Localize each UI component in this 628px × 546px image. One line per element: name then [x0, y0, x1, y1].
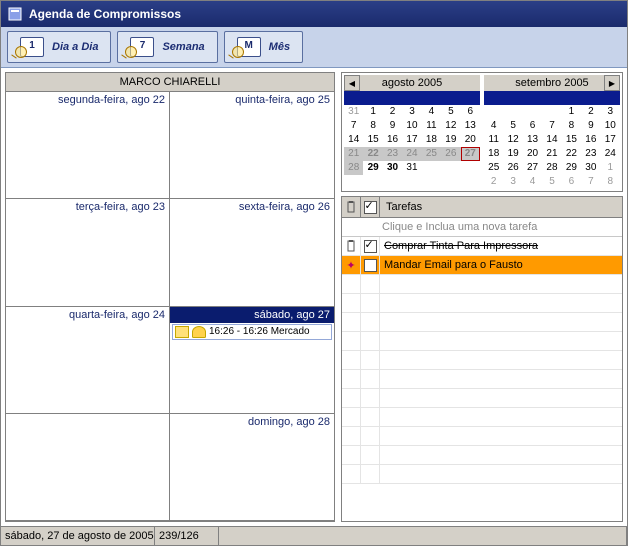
- day-header: segunda-feira, ago 22: [6, 92, 169, 108]
- status-position: 239/126: [155, 527, 219, 545]
- task-complete-checkbox[interactable]: [361, 237, 380, 255]
- day-cell-sun[interactable]: domingo, ago 28: [170, 414, 334, 521]
- note-icon: [175, 326, 189, 338]
- day-cell-sat[interactable]: sábado, ago 27 16:26 - 16:26 Mercado: [170, 307, 334, 414]
- mini-calendars: ◀ agosto 2005 31123456 78910111213 14151…: [341, 72, 623, 192]
- task-text: Comprar Tinta Para Impressora: [380, 240, 622, 252]
- view-month-button[interactable]: M Mês: [224, 31, 303, 63]
- mini-cal-grid[interactable]: 31123456 78910111213 14151617181920 2122…: [344, 105, 480, 175]
- tasks-header-label[interactable]: Tarefas: [380, 201, 622, 213]
- mini-calendar-left: ◀ agosto 2005 31123456 78910111213 14151…: [344, 75, 480, 189]
- day-cell-mon[interactable]: segunda-feira, ago 22: [6, 92, 170, 199]
- app-icon: [7, 6, 23, 22]
- task-row-empty[interactable]: [342, 446, 622, 465]
- mini-cal-grid[interactable]: 123 45678910 11121314151617 181920212223…: [484, 105, 620, 189]
- reminder-icon: [192, 326, 206, 338]
- task-type-column-icon[interactable]: [342, 197, 361, 217]
- day-header: terça-feira, ago 23: [6, 199, 169, 215]
- calendar-month-icon: M: [237, 37, 261, 57]
- task-row[interactable]: Comprar Tinta Para Impressora: [342, 237, 622, 256]
- title-bar: Agenda de Compromissos: [1, 1, 627, 27]
- calendar-week-icon: 7: [130, 37, 154, 57]
- mini-cal-dow-row: [344, 91, 480, 105]
- appointment-item[interactable]: 16:26 - 16:26 Mercado: [172, 324, 332, 340]
- prev-month-button[interactable]: ◀: [344, 75, 360, 91]
- tasks-header: Tarefas: [342, 197, 622, 218]
- task-row-empty[interactable]: [342, 332, 622, 351]
- new-task-row[interactable]: Clique e Inclua uma nova tarefa: [342, 218, 622, 237]
- week-panel: MARCO CHIARELLI segunda-feira, ago 22 qu…: [5, 72, 335, 522]
- task-row-empty[interactable]: [342, 351, 622, 370]
- day-header: quinta-feira, ago 25: [170, 92, 334, 108]
- view-week-label: Semana: [162, 41, 204, 53]
- task-row-selected[interactable]: ✦ Mandar Email para o Fausto: [342, 256, 622, 275]
- day-cell-tue[interactable]: terça-feira, ago 23: [6, 199, 170, 306]
- task-row-empty[interactable]: [342, 275, 622, 294]
- appointment-text: 16:26 - 16:26 Mercado: [209, 326, 310, 337]
- next-month-button[interactable]: ▶: [604, 75, 620, 91]
- view-day-button[interactable]: 1 Dia a Dia: [7, 31, 111, 63]
- task-row-empty[interactable]: [342, 408, 622, 427]
- mini-cal-header: ◀ agosto 2005: [344, 75, 480, 91]
- task-type-icon: ✦: [342, 256, 361, 274]
- view-week-button[interactable]: 7 Semana: [117, 31, 217, 63]
- task-row-empty[interactable]: [342, 294, 622, 313]
- task-row-empty[interactable]: [342, 389, 622, 408]
- task-complete-column-icon[interactable]: [361, 197, 380, 217]
- mini-cal-title: setembro 2005: [515, 77, 588, 89]
- new-task-hint: Clique e Inclua uma nova tarefa: [382, 221, 537, 233]
- task-row-empty[interactable]: [342, 427, 622, 446]
- content-area: MARCO CHIARELLI segunda-feira, ago 22 qu…: [1, 68, 627, 526]
- view-toolbar: 1 Dia a Dia 7 Semana M Mês: [1, 27, 627, 68]
- task-row-empty[interactable]: [342, 313, 622, 332]
- status-date: sábado, 27 de agosto de 2005: [1, 527, 155, 545]
- window-title: Agenda de Compromissos: [29, 7, 181, 21]
- day-cell-empty: [6, 414, 170, 521]
- mini-cal-header: setembro 2005 ▶: [484, 75, 620, 91]
- task-row-empty[interactable]: [342, 465, 622, 484]
- app-window: Agenda de Compromissos 1 Dia a Dia 7 Sem…: [0, 0, 628, 546]
- tasks-panel: Tarefas Clique e Inclua uma nova tarefa …: [341, 196, 623, 522]
- task-text: Mandar Email para o Fausto: [380, 259, 622, 271]
- calendar-day-icon: 1: [20, 37, 44, 57]
- day-header: domingo, ago 28: [170, 414, 334, 430]
- status-empty: [219, 527, 627, 545]
- day-cell-wed[interactable]: quarta-feira, ago 24: [6, 307, 170, 414]
- task-row-empty[interactable]: [342, 370, 622, 389]
- mini-cal-title: agosto 2005: [382, 77, 443, 89]
- view-month-label: Mês: [269, 41, 290, 53]
- day-header: quarta-feira, ago 24: [6, 307, 169, 323]
- day-header: sábado, ago 27: [170, 307, 334, 323]
- week-grid: segunda-feira, ago 22 quinta-feira, ago …: [6, 92, 334, 521]
- task-type-icon: [342, 237, 361, 255]
- right-panel: ◀ agosto 2005 31123456 78910111213 14151…: [341, 72, 623, 522]
- day-header: sexta-feira, ago 26: [170, 199, 334, 215]
- mini-cal-dow-row: [484, 91, 620, 105]
- view-day-label: Dia a Dia: [52, 41, 98, 53]
- day-cell-thu[interactable]: quinta-feira, ago 25: [170, 92, 334, 199]
- task-complete-checkbox[interactable]: [361, 256, 380, 274]
- status-bar: sábado, 27 de agosto de 2005 239/126: [1, 526, 627, 545]
- day-cell-fri[interactable]: sexta-feira, ago 26: [170, 199, 334, 306]
- mini-calendar-right: setembro 2005 ▶ 123 45678910 11121314151…: [484, 75, 620, 189]
- owner-header: MARCO CHIARELLI: [6, 73, 334, 92]
